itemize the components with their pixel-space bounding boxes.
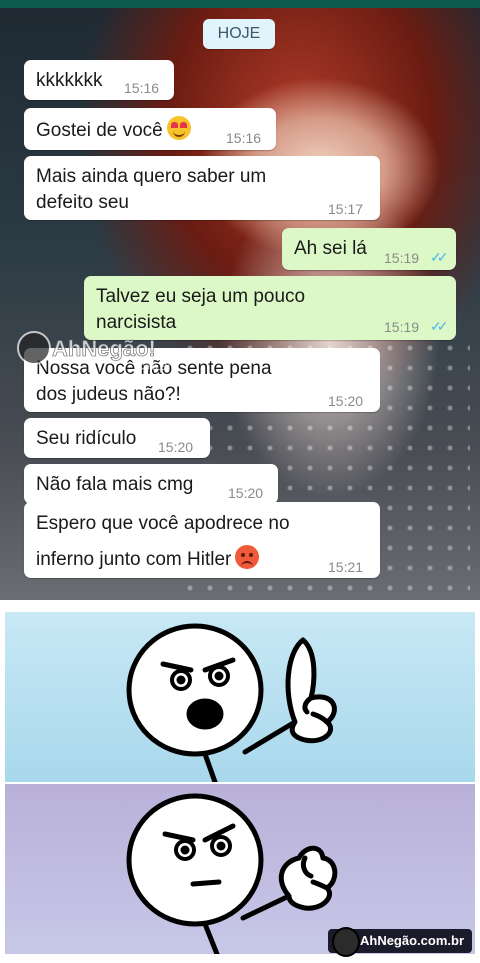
message-text-line: dos judeus não?! — [36, 384, 181, 405]
watermark-sub-text: .Com.Br — [134, 362, 171, 373]
meme-panel-top — [5, 612, 475, 785]
message-text: Seu ridículo — [36, 428, 137, 449]
footer-logo-text: AhNegão.com.br — [359, 933, 464, 948]
message-time: 15:16 — [124, 80, 160, 96]
message-time: 15:20 — [158, 439, 194, 455]
panel-divider — [0, 604, 480, 610]
message-time: 15:19 — [384, 250, 420, 266]
angry-face-emoji-icon — [235, 545, 260, 569]
message-text: kkkkkkk — [36, 70, 103, 91]
message-bubble-incoming[interactable]: Não fala mais cmg 15:20 — [24, 464, 278, 504]
message-content: Gostei de você — [36, 116, 191, 144]
message-time: 15:21 — [328, 559, 364, 575]
message-content: Espero que você apodrece no inferno junt… — [36, 506, 290, 578]
message-bubble-outgoing[interactable]: Ah sei lá 15:19 ✓✓ — [282, 228, 456, 270]
message-bubble-incoming[interactable]: Espero que você apodrece no inferno junt… — [24, 502, 380, 578]
ahnegao-watermark-logo: AhNegão! .Com.Br — [17, 331, 171, 373]
message-text-line: inferno junto com Hitler — [36, 549, 232, 570]
message-time: 15:16 — [226, 130, 262, 146]
message-text-line: Talvez eu seja um pouco — [96, 286, 306, 307]
message-text-line: Mais ainda quero saber um — [36, 166, 267, 187]
message-time: 15:17 — [328, 201, 364, 217]
message-time: 15:19 — [384, 319, 420, 335]
app-header-strip — [0, 0, 480, 8]
double-check-read-icon: ✓✓ — [430, 318, 449, 334]
message-text: Não fala mais cmg — [36, 474, 194, 495]
watermark-brand-text: AhNegão! — [52, 336, 156, 361]
chat-area[interactable]: HOJE kkkkkkk 15:16 Gostei de você 15:16 … — [0, 8, 480, 600]
message-bubble-incoming[interactable]: kkkkkkk 15:16 — [24, 60, 174, 100]
meme-figure-shouting — [126, 623, 337, 785]
ahnegao-mascot-icon — [331, 927, 360, 957]
ahnegao-footer-logo[interactable]: AhNegão.com.br — [327, 927, 472, 957]
message-text: Ah sei lá — [294, 238, 367, 259]
message-content: Mais ainda quero saber um defeito seu — [36, 164, 266, 216]
message-text-line: Espero que você apodrece no — [36, 513, 290, 534]
message-time: 15:20 — [328, 393, 364, 409]
heart-eyes-emoji-icon — [166, 116, 191, 140]
message-bubble-incoming[interactable]: Mais ainda quero saber um defeito seu 15… — [24, 156, 380, 220]
message-text-line: defeito seu — [36, 192, 129, 213]
date-divider: HOJE — [203, 19, 275, 49]
message-text: Gostei de você — [36, 120, 163, 141]
message-bubble-incoming[interactable]: Gostei de você 15:16 — [24, 108, 276, 150]
message-bubble-incoming[interactable]: Seu ridículo 15:20 — [24, 418, 210, 458]
double-check-read-icon: ✓✓ — [430, 249, 449, 265]
